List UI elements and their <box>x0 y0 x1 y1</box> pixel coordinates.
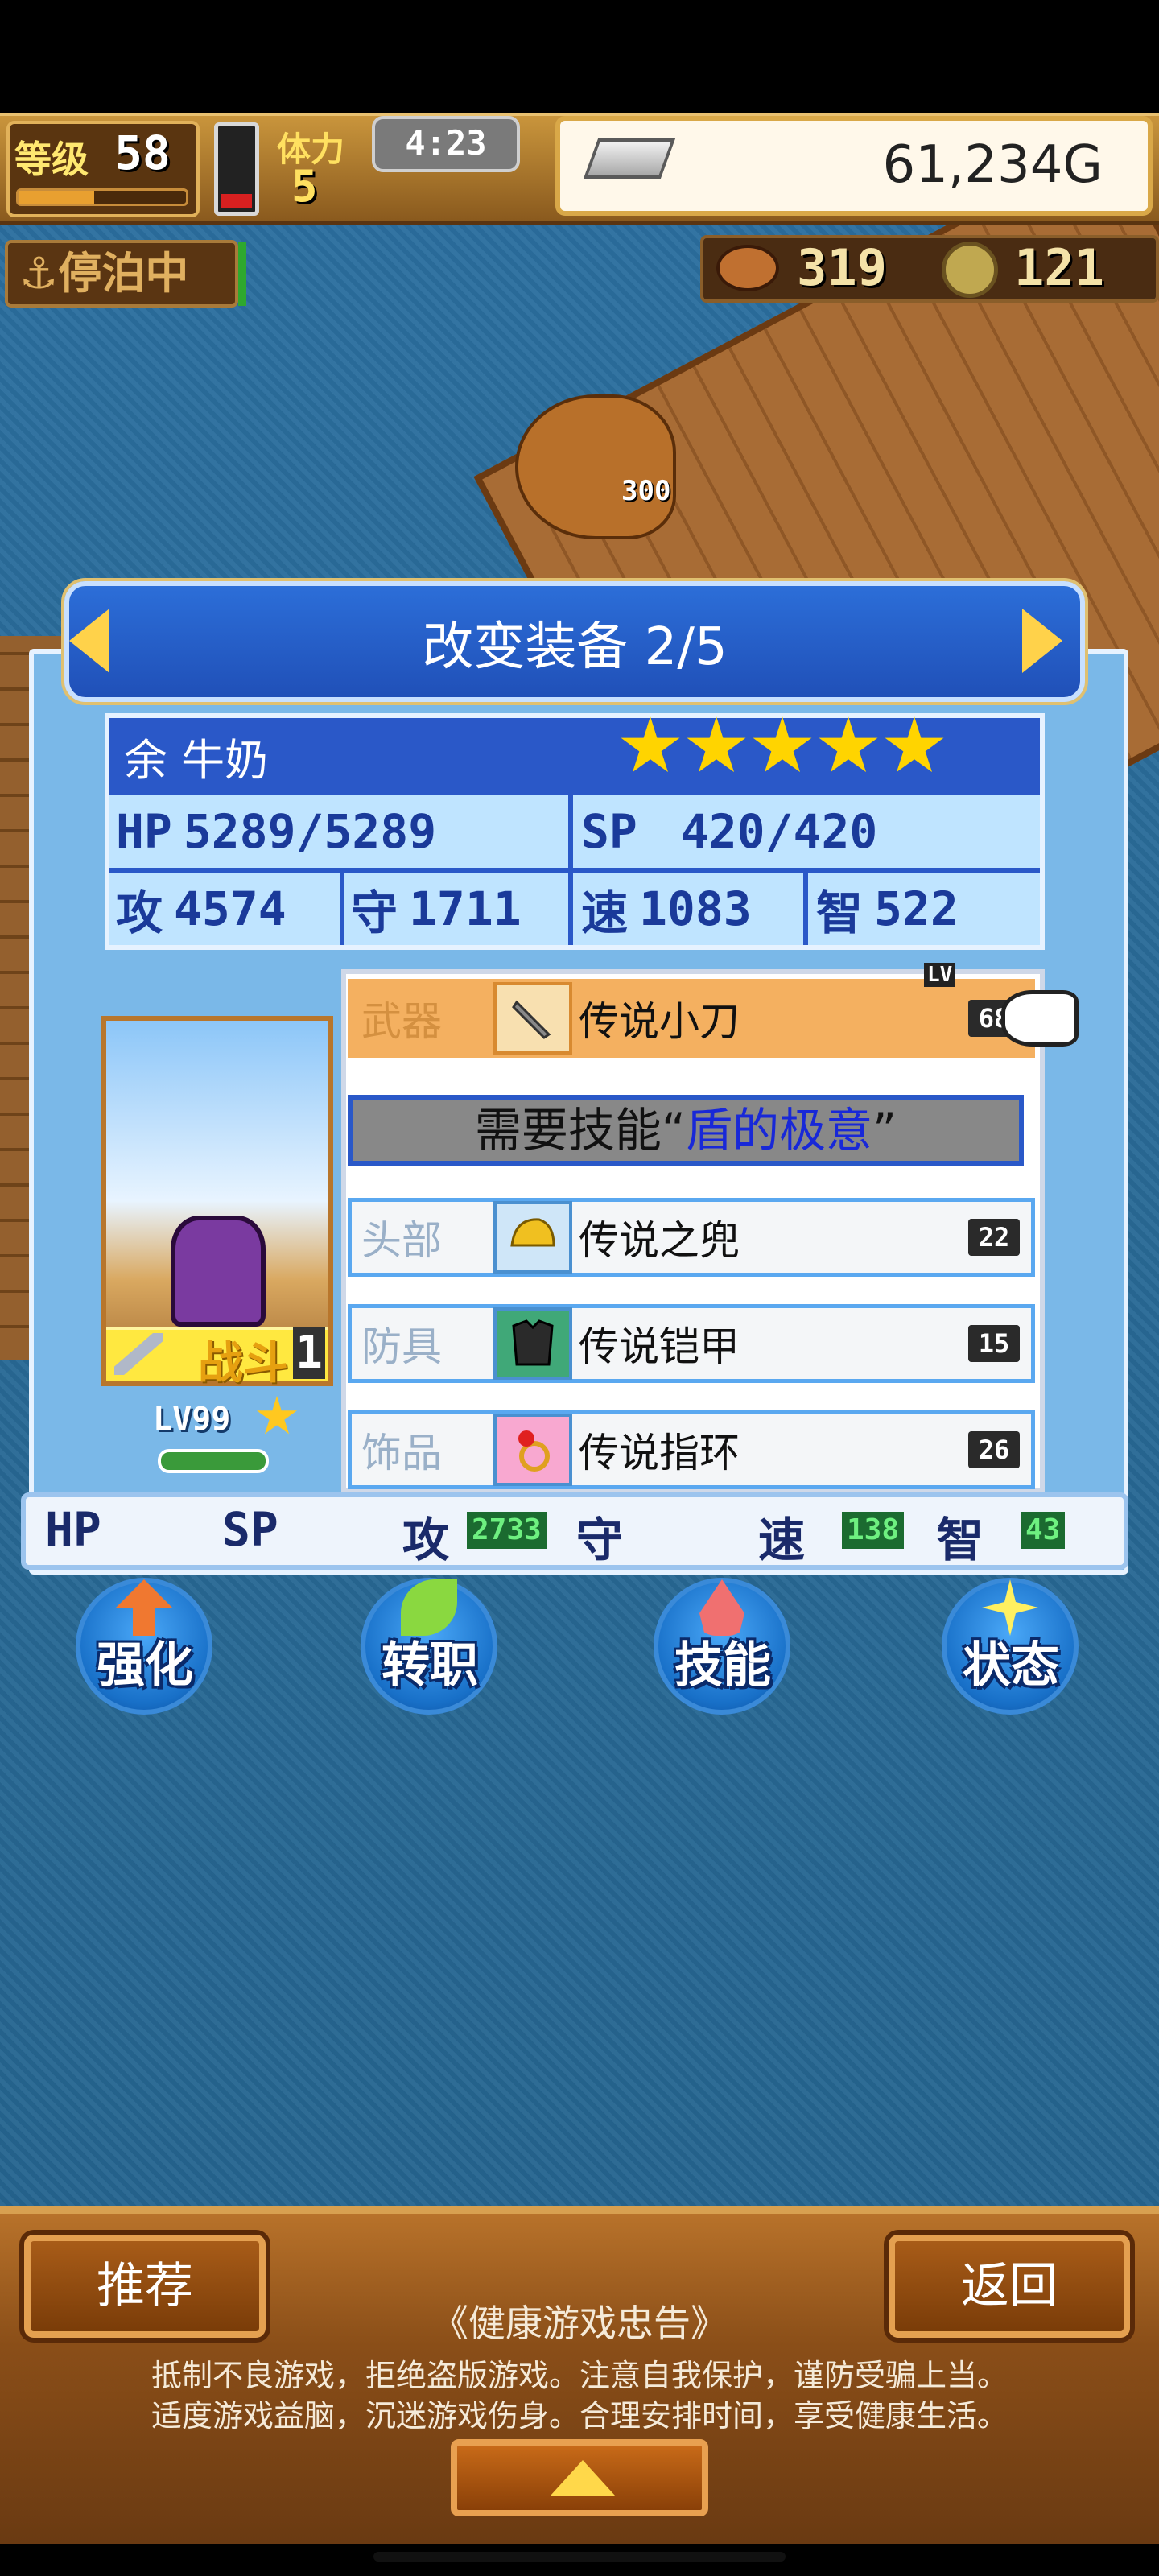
enhance-label: 强化 <box>97 1637 193 1694</box>
summary-def-label: 守 <box>576 1513 624 1567</box>
summary-spd-value: 138 <box>842 1512 905 1549</box>
stat-row-attributes: 攻 4574 守 1711 速 1083 智 522 <box>109 873 1040 945</box>
ring-icon <box>493 1414 572 1486</box>
equipment-row-accessory[interactable]: 饰品 传说指环 26 <box>348 1410 1035 1489</box>
hp-stat: HP 5289/5289 <box>116 804 437 859</box>
resource-value-2: 121 <box>1014 238 1104 297</box>
atk-stat: 攻 4574 <box>116 881 287 940</box>
dock-status: ⚓停泊中 <box>5 240 238 308</box>
equipment-row-head[interactable]: 头部 传说之兜 22 <box>348 1198 1035 1277</box>
equipment-name: 传说铠甲 <box>579 1323 740 1370</box>
int-stat: 智 522 <box>816 881 959 940</box>
slot-label: 防具 <box>361 1323 442 1370</box>
anchor-icon: ⚓ <box>19 248 59 299</box>
summary-int-value: 43 <box>1021 1512 1066 1549</box>
summary-hp-label: HP <box>45 1502 101 1557</box>
stamina-timer: 4:23 <box>372 116 520 172</box>
level-tag: LV <box>924 963 956 987</box>
expand-menu-button[interactable] <box>451 2439 708 2516</box>
damage-number: 300 <box>621 475 671 507</box>
battle-label: 战斗 <box>198 1337 288 1389</box>
skill-requirement: 需要技能“盾的极意” <box>348 1095 1024 1166</box>
character-sprite <box>171 1216 266 1327</box>
dagger-icon <box>493 982 572 1055</box>
exp-bar <box>16 188 188 206</box>
summary-atk-label: 攻 <box>402 1513 450 1567</box>
slot-label: 饰品 <box>361 1430 442 1476</box>
summary-atk-value: 2733 <box>467 1512 547 1549</box>
triangle-up-icon <box>551 2460 615 2496</box>
character-hp-bar <box>158 1449 269 1473</box>
helmet-icon <box>493 1201 572 1274</box>
character-name: 余 牛奶 <box>124 735 269 786</box>
equipment-name: 传说小刀 <box>579 998 740 1045</box>
summary-sp-label: SP <box>222 1502 278 1557</box>
slot-label: 武器 <box>361 998 442 1045</box>
def-stat: 守 1711 <box>351 881 522 940</box>
silver-bar-icon <box>583 138 676 179</box>
health-notice-title: 《健康游戏忠告》 <box>431 2301 728 2345</box>
resource-value-1: 319 <box>797 238 887 297</box>
summary-int-label: 智 <box>937 1513 984 1567</box>
health-notice-line-2: 适度游戏益脑，沉迷游戏伤身。合理安排时间，享受健康生活。 <box>151 2398 1008 2434</box>
medal-icon <box>942 242 998 298</box>
job-change-label: 转职 <box>382 1637 478 1694</box>
health-notice-line-1: 抵制不良游戏，拒绝盗版游戏。注意自我保护，谨防受骗上当。 <box>151 2358 1008 2393</box>
summary-spd-label: 速 <box>758 1513 806 1567</box>
pointer-hand-icon <box>1001 990 1079 1046</box>
panel-title: 改变装备 2/5 <box>422 617 728 677</box>
dock-indicator <box>238 242 246 306</box>
spd-stat: 速 1083 <box>581 881 752 940</box>
stat-row-hp-sp: HP 5289/5289 SP 420/420 <box>109 795 1040 868</box>
equipment-name: 传说指环 <box>579 1430 740 1476</box>
dock-label: 停泊中 <box>58 248 189 299</box>
gold-amount: 61,234G <box>882 135 1103 195</box>
skill-label: 技能 <box>674 1637 771 1694</box>
level-label: 等级 <box>14 138 89 181</box>
equipment-row-armor[interactable]: 防具 传说铠甲 15 <box>348 1304 1035 1383</box>
monster-sprite <box>515 394 676 539</box>
stamina-value: 5 <box>291 161 318 212</box>
equipment-name: 传说之兜 <box>579 1217 740 1264</box>
status-label: 状态 <box>963 1637 1059 1694</box>
slot-label: 头部 <box>361 1217 442 1264</box>
battle-number: 1 <box>293 1327 325 1379</box>
character-level: LV99 <box>153 1401 231 1438</box>
home-indicator[interactable] <box>373 2552 786 2562</box>
armor-icon <box>493 1307 572 1380</box>
food-icon <box>716 245 779 291</box>
equipment-level: 26 <box>968 1431 1020 1468</box>
equipment-row-weapon[interactable]: 武器 传说小刀 68 <box>348 979 1035 1058</box>
equipment-level: 15 <box>968 1325 1020 1362</box>
sp-stat: SP 420/420 <box>581 804 878 859</box>
equipment-level: 22 <box>968 1219 1020 1256</box>
stamina-gauge <box>214 122 259 216</box>
required-skill: 盾的极意 <box>685 1103 872 1158</box>
player-level: 58 <box>114 126 171 180</box>
